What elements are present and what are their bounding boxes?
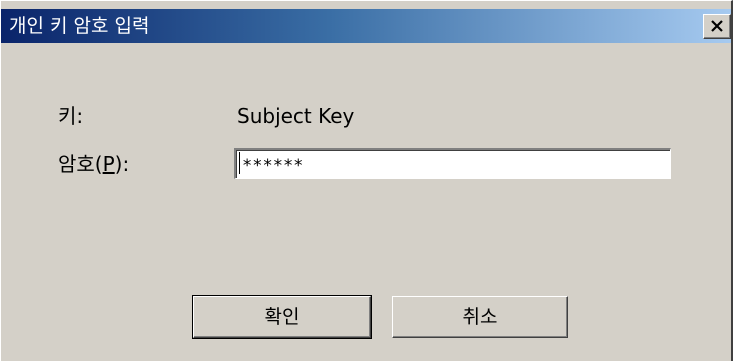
password-label-mnemonic: P [102, 152, 115, 176]
key-value: Subject Key [237, 104, 355, 128]
text-caret [239, 152, 240, 174]
title-bar[interactable]: 개인 키 암호 입력 [1, 9, 731, 43]
close-icon [711, 20, 723, 32]
password-label-suffix: ): [114, 152, 130, 176]
password-label-prefix: 암호( [58, 152, 103, 176]
password-dialog: 개인 키 암호 입력 키: Subject Key 암호(P): 확인 취소 [0, 0, 733, 361]
password-label: 암호(P): [58, 152, 129, 176]
cancel-button[interactable]: 취소 [392, 296, 568, 338]
key-label: 키: [58, 104, 84, 128]
ok-button[interactable]: 확인 [192, 295, 372, 339]
window-title: 개인 키 암호 입력 [9, 15, 150, 37]
password-input[interactable] [234, 148, 671, 179]
close-button[interactable] [703, 14, 731, 39]
